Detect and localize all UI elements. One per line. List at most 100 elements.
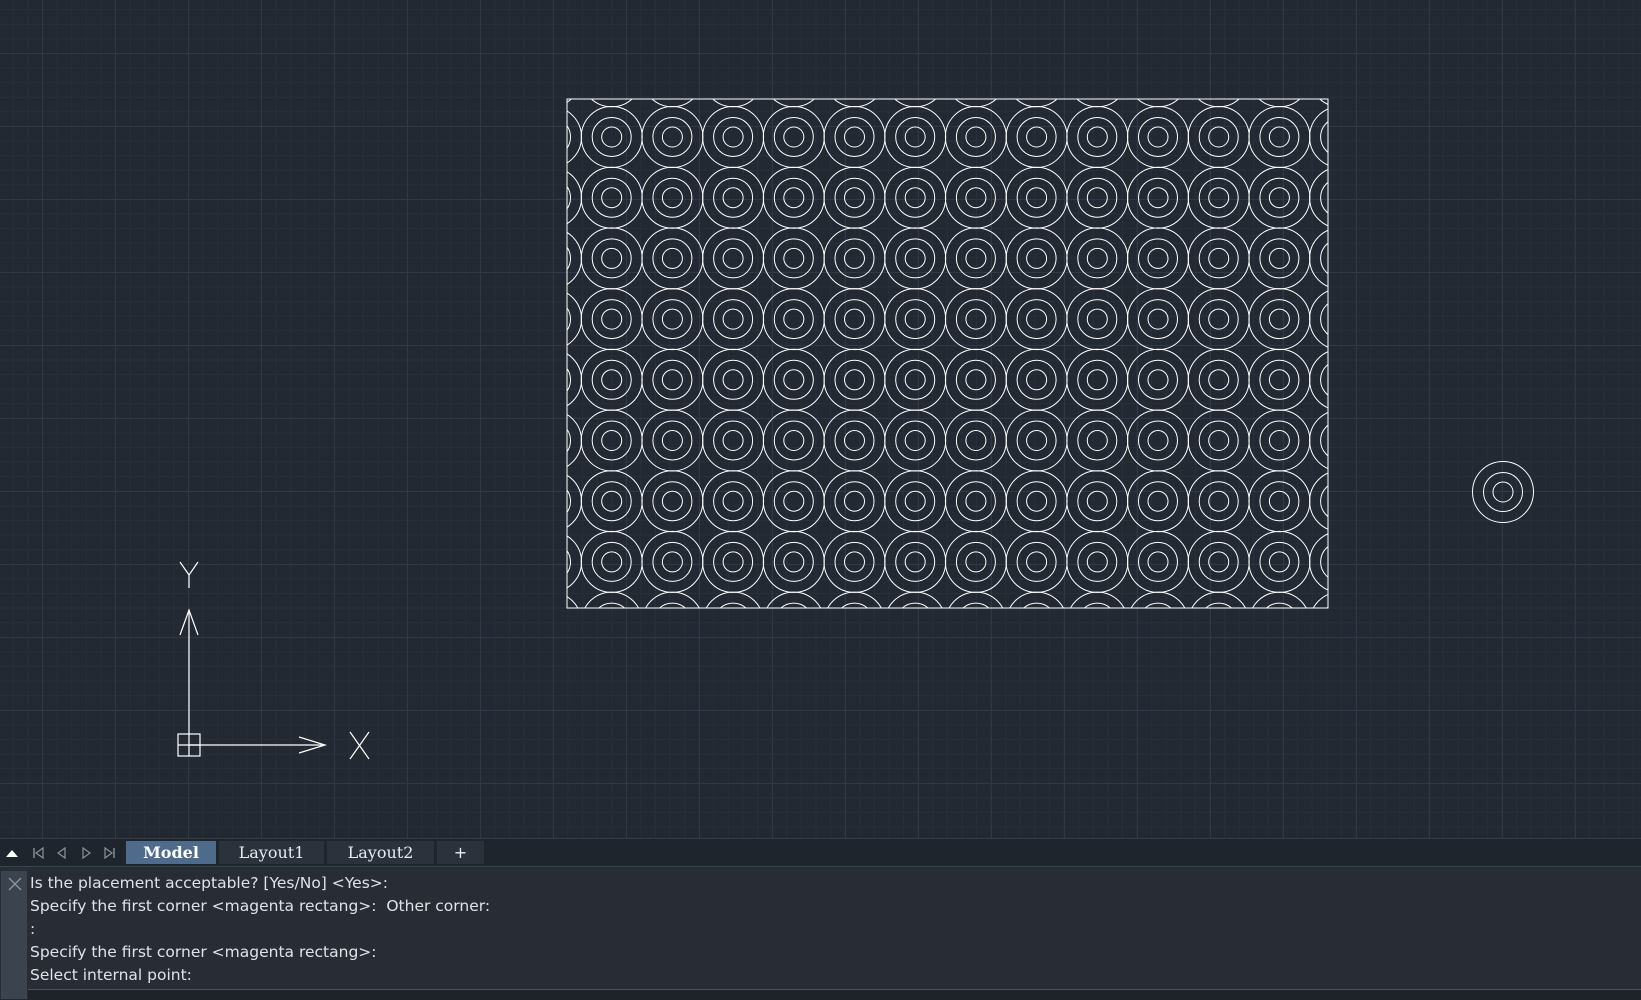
- command-input-field[interactable]: [28, 989, 1641, 1000]
- pattern-circle: [567, 413, 582, 468]
- pattern-circle: [598, 602, 626, 608]
- command-history-line: :: [30, 920, 36, 938]
- pattern-circle: [1022, 602, 1051, 608]
- pattern-circle: [1321, 57, 1360, 96]
- pattern-circle: [1330, 552, 1350, 572]
- pattern-circle: [602, 66, 622, 86]
- pattern-circle: [541, 248, 561, 268]
- pattern-circle: [652, 420, 693, 461]
- previous-tab-icon[interactable]: [51, 842, 73, 864]
- tab-layout2[interactable]: Layout2: [327, 841, 434, 864]
- pattern-circle: [1138, 359, 1178, 400]
- pattern-circle: [962, 602, 990, 608]
- command-line-close-button[interactable]: [1, 871, 27, 999]
- pattern-circle: [580, 288, 643, 351]
- pattern-circle: [567, 307, 571, 332]
- pattern-circle: [1086, 247, 1108, 269]
- pattern-circle: [896, 57, 935, 96]
- pattern-circle: [641, 106, 704, 168]
- pattern-circle: [1066, 227, 1129, 290]
- pattern-circle: [1147, 551, 1169, 573]
- pattern-circle: [884, 106, 947, 168]
- pattern-circle: [762, 530, 825, 593]
- command-history-line: Specify the first corner <magenta rectan…: [30, 943, 377, 961]
- command-history-line: Select internal point:: [30, 966, 192, 984]
- pattern-circle: [567, 231, 582, 285]
- pattern-circle: [1258, 99, 1301, 108]
- pattern-circle: [1026, 308, 1048, 330]
- pattern-circle: [834, 541, 875, 582]
- pattern-circle: [1005, 348, 1068, 411]
- pattern-circle: [1260, 57, 1299, 96]
- pattern-circle: [1016, 299, 1057, 340]
- pattern-circle: [584, 591, 640, 608]
- pattern-circle: [541, 613, 561, 633]
- pattern-circle: [662, 66, 682, 86]
- pattern-circle: [1016, 117, 1057, 157]
- tab-model[interactable]: Model: [126, 841, 216, 864]
- pattern-circle: [714, 57, 753, 96]
- pattern-circle: [1205, 602, 1233, 608]
- pattern-circle: [460, 289, 521, 350]
- pattern-circle: [944, 530, 1007, 593]
- last-tab-icon[interactable]: [99, 842, 121, 864]
- pattern-circle: [844, 551, 865, 573]
- pattern-circle: [601, 247, 623, 269]
- pattern-circle: [1259, 420, 1300, 461]
- pattern-circle: [834, 420, 875, 461]
- pattern-circle: [884, 227, 947, 290]
- pattern-circle: [1127, 227, 1189, 290]
- first-tab-icon[interactable]: [27, 842, 49, 864]
- pattern-circle: [1208, 247, 1230, 269]
- pattern-circle: [1208, 126, 1230, 148]
- pattern-circle: [823, 288, 886, 351]
- pattern-circle: [722, 430, 744, 451]
- pattern-circle: [1086, 308, 1108, 330]
- pattern-circle: [834, 299, 875, 340]
- pattern-circle: [905, 66, 925, 86]
- standalone-circle-group[interactable]: [1472, 461, 1534, 523]
- pattern-circle: [471, 360, 510, 399]
- pattern-circle: [955, 541, 996, 582]
- pattern-circle: [762, 166, 825, 229]
- pattern-circle: [1330, 491, 1350, 511]
- pattern-circle: [955, 299, 996, 340]
- pattern-circle: [904, 308, 926, 330]
- pattern-circle: [1268, 369, 1290, 391]
- pattern-circle: [944, 348, 1007, 411]
- pattern-circle: [965, 369, 987, 391]
- scroll-up-arrow-icon[interactable]: [1, 842, 23, 864]
- pattern-circle: [1252, 591, 1307, 608]
- next-tab-icon[interactable]: [75, 842, 97, 864]
- pattern-circle: [1139, 57, 1178, 96]
- tab-layout1[interactable]: Layout1: [219, 841, 324, 864]
- pattern-circle: [844, 126, 865, 148]
- pattern-circle: [580, 470, 643, 533]
- pattern-circle: [591, 420, 632, 461]
- command-history: Is the placement acceptable? [Yes/No] <Y…: [30, 872, 1630, 987]
- pattern-circle: [652, 299, 693, 340]
- pattern-circle: [1268, 187, 1290, 209]
- pattern-circle: [480, 309, 500, 329]
- model-space-viewport[interactable]: X Y: [0, 0, 1641, 838]
- pattern-circle: [1026, 490, 1048, 512]
- pattern-circle: [1248, 106, 1311, 168]
- pattern-circle: [884, 470, 947, 533]
- add-layout-button[interactable]: +: [437, 841, 484, 864]
- pattern-circle: [702, 166, 765, 229]
- pattern-circle: [1147, 490, 1169, 512]
- pattern-circle: [844, 369, 865, 391]
- pattern-circle: [601, 369, 623, 391]
- pattern-circle: [1198, 420, 1239, 461]
- pattern-circle: [1136, 99, 1180, 108]
- pattern-circle: [1005, 288, 1068, 351]
- pattern-circle: [722, 308, 744, 330]
- pattern-circle: [1198, 481, 1239, 522]
- pattern-circle: [1268, 551, 1290, 573]
- pattern-circle: [840, 602, 869, 608]
- pattern-circle: [471, 300, 510, 339]
- pattern-circle: [955, 359, 996, 400]
- drawing-canvas[interactable]: [0, 0, 1641, 838]
- pattern-circle: [1320, 424, 1328, 457]
- pattern-circle: [641, 409, 704, 472]
